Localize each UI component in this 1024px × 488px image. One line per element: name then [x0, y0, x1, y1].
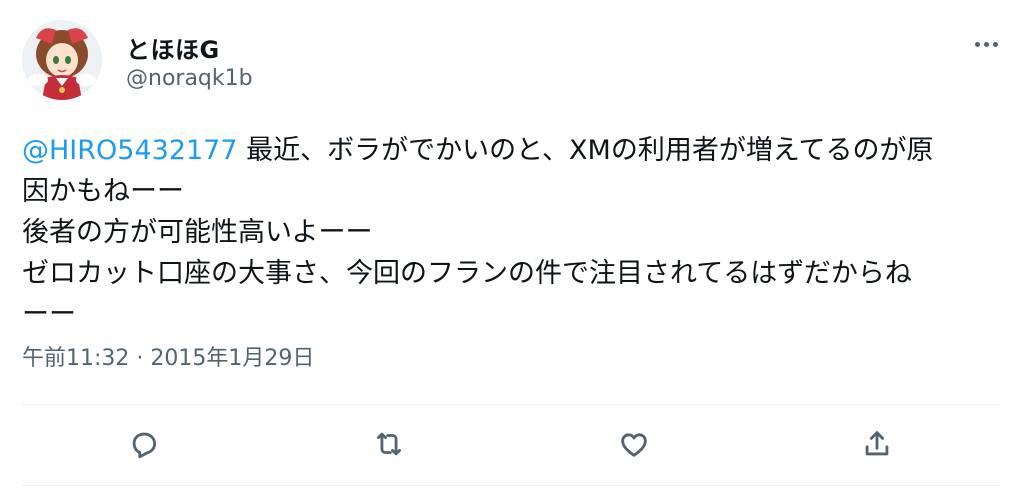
user-handle[interactable]: @noraqk1b	[126, 66, 253, 91]
more-horizontal-icon-dot	[983, 41, 989, 47]
tweet-line-4: ゼロカット口座の大事さ、今回のフランの件で注目されてるはずだからね	[22, 258, 912, 289]
tweet-line-5: ーー	[22, 299, 76, 330]
divider	[22, 404, 1000, 405]
retweet-button[interactable]	[367, 422, 411, 466]
tweet-line-2: 因かもねーー	[22, 176, 184, 207]
share-button[interactable]	[855, 422, 899, 466]
avatar-illustration	[22, 20, 102, 100]
like-button[interactable]	[612, 422, 656, 466]
more-horizontal-icon	[974, 41, 980, 47]
reply-icon	[132, 432, 157, 459]
tweet-text-segment: 最近、ボラがでかいのと、XMの利用者が増えてるのが原	[237, 135, 934, 166]
heart-icon	[621, 433, 647, 457]
tweet-line-3: 後者の方が可能性高いよーー	[22, 217, 373, 248]
tweet-text: @HIRO5432177 最近、ボラがでかいのと、XMの利用者が増えてるのが原 …	[22, 130, 1002, 335]
tweet-line-1: @HIRO5432177 最近、ボラがでかいのと、XMの利用者が増えてるのが原	[22, 130, 1002, 171]
avatar[interactable]	[22, 20, 102, 100]
divider	[22, 485, 1000, 486]
reply-button[interactable]	[122, 422, 166, 466]
display-name[interactable]: とほほG	[126, 30, 220, 65]
mention-link[interactable]: @HIRO5432177	[22, 135, 238, 166]
share-icon	[865, 431, 889, 456]
retweet-icon	[376, 432, 402, 456]
timestamp-link[interactable]: 午前11:32 · 2015年1月29日	[22, 346, 314, 371]
more-horizontal-icon-dot	[992, 41, 998, 47]
tweet-card: とほほG @noraqk1b @HIRO5432177 最近、ボラがでかいのと、…	[0, 0, 1024, 488]
more-button[interactable]	[964, 28, 1008, 60]
tweet-timestamp[interactable]: 午前11:32 · 2015年1月29日	[22, 340, 314, 372]
